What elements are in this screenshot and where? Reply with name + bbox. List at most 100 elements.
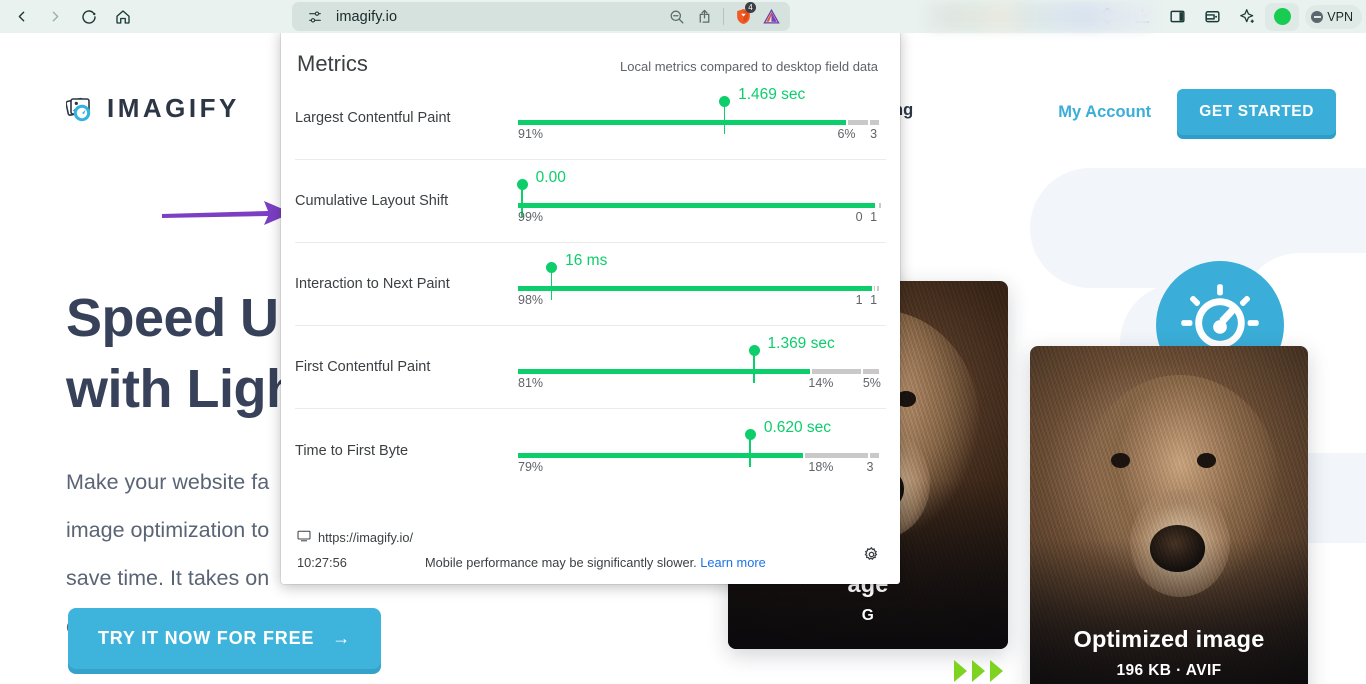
site-nav-right: My Account GET STARTED [1058,89,1336,135]
shields-count-badge: 4 [745,1,756,13]
reload-button[interactable] [72,3,106,31]
site-settings-sliders-icon[interactable] [302,5,328,29]
metric-value: 0.620 sec [763,418,832,436]
bar-segment-mid [812,369,861,374]
metrics-subtitle: Local metrics compared to desktop field … [620,59,878,74]
metric-tick-labels: 98% 1 1 [518,293,881,309]
tick-label: 3 [870,127,878,141]
optimized-image-card: Optimized image 196 KB · AVIF [1030,346,1308,684]
back-button[interactable] [4,3,38,31]
footer-url-row: https://imagify.io/ [297,530,884,545]
metrics-popup: Metrics Local metrics compared to deskto… [281,29,900,584]
metric-label: Interaction to Next Paint [295,276,450,292]
vpn-label: VPN [1327,9,1353,24]
site-logo[interactable]: IMAGIFY [65,93,240,124]
metric-row: Cumulative Layout Shift 0.00 99% 0 1 [295,160,886,243]
metric-value: 1.469 sec [738,86,806,103]
metric-bar-wrapper: 0.620 sec 79% 18% 3 [518,419,886,483]
footer-timestamp: 10:27:56 [297,555,347,570]
browser-toolbar: imagify.io 4 VPN [0,0,1366,33]
metric-row: Interaction to Next Paint 16 ms 98% 1 1 [295,243,886,326]
site-logo-text: IMAGIFY [107,93,240,123]
metric-distribution-bar [518,203,881,208]
wallet-button[interactable] [1195,3,1229,31]
metric-bar-wrapper: 1.469 sec 91% 6% 3 [518,86,886,150]
home-button[interactable] [106,3,140,31]
bar-segment-bad [877,286,879,291]
metric-value: 16 ms [565,252,608,269]
metric-distribution-bar [518,120,881,125]
back-chevron-icon [13,8,30,25]
metric-row: Time to First Byte 0.620 sec 79% 18% 3 [295,409,886,492]
bar-segment-bad [870,120,879,125]
leo-button[interactable] [1230,3,1264,31]
screenshot-root: imagify.io 4 VPN IMAGIFY ng My Account G… [0,0,1366,684]
footer-message-text: Mobile performance may be significantly … [425,555,697,570]
tick-label: 91% [518,127,544,141]
metric-tick-labels: 79% 18% 3 [518,460,881,476]
tick-label: 14% [808,376,834,390]
metric-bar-wrapper: 0.00 99% 0 1 [516,169,886,233]
purple-arrow-icon [160,201,295,234]
tick-label: 1 [870,210,878,224]
reload-icon [80,8,98,26]
metric-value: 0.00 [535,169,566,186]
address-bar-actions: 4 [663,1,784,29]
metrics-popup-footer: https://imagify.io/ 10:27:56 Mobile perf… [281,530,900,584]
bar-segment-good [518,286,872,291]
metrics-rows: Largest Contentful Paint 1.469 sec 91% 6% 3 C… [281,77,900,492]
metric-row: Largest Contentful Paint 1.469 sec 91% 6% 3 [295,77,886,160]
sidebar-panel-icon [1168,7,1187,26]
forward-button[interactable] [38,3,72,31]
metric-row: First Contentful Paint 1.369 sec 81% 14% 5% [295,326,886,409]
brave-wallet-icon [1203,7,1222,26]
nav-my-account[interactable]: My Account [1058,103,1151,122]
tick-label: 1 [855,293,863,307]
address-bar-text[interactable]: imagify.io [336,9,655,25]
share-icon[interactable] [691,5,717,29]
vpn-button[interactable]: VPN [1305,4,1362,29]
try-it-now-button[interactable]: TRY IT NOW FOR FREE → [68,608,382,669]
footer-status-row: 10:27:56 Mobile performance may be signi… [297,546,884,570]
profile-avatar-icon [1273,8,1291,25]
leo-sparkle-icon [1238,7,1257,26]
page-title: Speed Up with Light [66,288,316,419]
desktop-monitor-icon [297,530,311,545]
metric-bar-wrapper: 1.369 sec 81% 14% 5% [518,335,886,399]
bar-segment-good [518,369,811,374]
sidebar-button[interactable] [1160,3,1194,31]
profile-avatar[interactable] [1265,2,1300,31]
learn-more-link[interactable]: Learn more [700,555,765,570]
navigation-buttons [0,3,140,31]
fast-forward-arrows-icon [952,656,1010,684]
footer-url-text[interactable]: https://imagify.io/ [318,530,413,545]
metrics-title: Metrics [297,51,368,76]
metric-tick-labels: 81% 14% 5% [518,376,881,392]
tick-label: 99% [518,210,544,224]
tick-label: 5% [862,376,881,390]
bar-segment-good [518,452,803,458]
tick-label: 98% [518,293,544,307]
brave-leo-triangle-icon[interactable] [758,5,784,29]
tick-label: 6% [837,127,856,141]
brave-shield-icon[interactable]: 4 [730,1,756,29]
tick-label: 0 [855,210,863,224]
get-started-button[interactable]: GET STARTED [1177,89,1336,135]
zoom-out-icon[interactable] [663,5,689,29]
address-bar[interactable]: imagify.io 4 [292,1,790,31]
tick-label: 79% [518,459,544,474]
metric-label: Time to First Byte [295,442,409,459]
metric-distribution-bar [518,452,881,458]
bar-segment-bad [870,452,879,458]
tick-label: 3 [866,459,874,474]
metric-tick-labels: 99% 0 1 [518,210,881,226]
home-icon [114,8,132,26]
annotation-arrow [160,196,295,235]
bar-segment-bad [862,369,879,374]
vpn-status-icon [1311,10,1324,23]
blurred-toolbar-region [925,2,1155,31]
metric-bar-wrapper: 16 ms 98% 1 1 [518,252,886,316]
settings-gear-icon[interactable] [863,546,880,566]
metric-label: First Contentful Paint [295,359,431,375]
tick-label: 1 [870,293,878,307]
